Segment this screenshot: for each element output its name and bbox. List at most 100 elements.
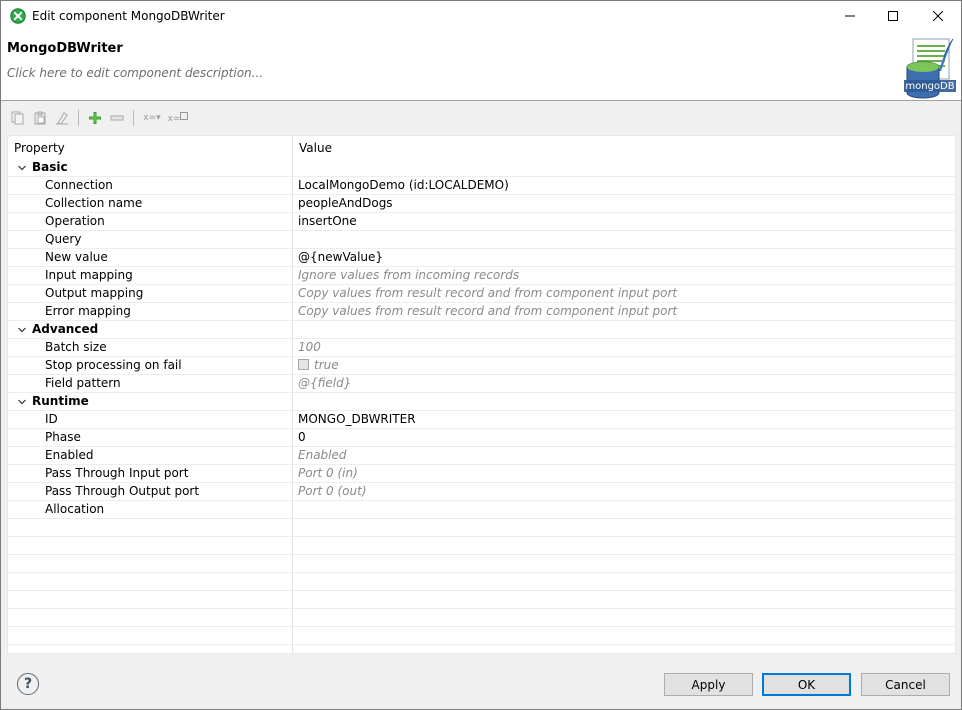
property-name: Field pattern [45,376,121,390]
minimize-button[interactable] [827,1,873,31]
property-value-text: peopleAndDogs [298,196,393,210]
table-row[interactable]: Pass Through Output port Port 0 (out) [8,483,955,501]
set-default-button[interactable]: x=▾ [139,108,165,128]
property-name: Collection name [45,196,143,210]
property-column-header[interactable]: Property [14,141,65,155]
property-name: Batch size [45,340,107,354]
chevron-down-icon[interactable] [16,162,28,174]
apply-button[interactable]: Apply [664,673,753,696]
empty-row [8,645,955,653]
property-name: Input mapping [45,268,133,282]
empty-row [8,519,955,537]
property-value-text: 0 [298,430,306,444]
property-value[interactable]: peopleAndDogs [298,195,393,212]
property-value[interactable]: @{field} [298,375,351,392]
property-value[interactable]: 0 [298,429,306,446]
property-value[interactable]: true [298,357,339,374]
group-row-advanced[interactable]: Advanced [8,321,955,339]
group-label-text: Advanced [32,322,99,336]
export-button[interactable]: x= [165,108,191,128]
add-button[interactable] [84,108,106,128]
set-default-icon: x=▾ [143,113,161,123]
property-value[interactable]: Copy values from result record and from … [298,285,677,302]
table-row[interactable]: Input mapping Ignore values from incoming… [8,267,955,285]
cancel-button[interactable]: Cancel [861,673,950,696]
table-row[interactable]: Collection name peopleAndDogs [8,195,955,213]
table-row[interactable]: Phase 0 [8,429,955,447]
property-name: Stop processing on fail [45,358,182,372]
property-value-text: MONGO_DBWRITER [298,412,416,426]
chevron-down-icon[interactable] [16,396,28,408]
remove-icon [110,115,124,121]
checkbox[interactable] [298,359,309,370]
empty-row [8,591,955,609]
chevron-down-icon[interactable] [16,324,28,336]
property-value[interactable]: insertOne [298,213,357,230]
table-row[interactable]: ID MONGO_DBWRITER [8,411,955,429]
value-column-header[interactable]: Value [299,141,332,155]
clear-icon [56,112,68,125]
add-icon [89,112,101,124]
property-value-text: Copy values from result record and from … [298,286,678,300]
property-name: Phase [45,430,81,444]
table-row[interactable]: Allocation [8,501,955,519]
properties-table: Property Value Basic Connection LocalMongo… [7,135,956,654]
table-row[interactable]: Stop processing on fail true [8,357,955,375]
property-value[interactable]: Port 0 (out) [298,483,367,500]
toolbar-separator [133,110,134,126]
property-value[interactable]: MONGO_DBWRITER [298,411,416,428]
property-name: Allocation [45,502,105,516]
close-button[interactable] [915,1,961,31]
copy-button[interactable] [7,108,29,128]
table-row[interactable]: Operation insertOne [8,213,955,231]
table-row[interactable]: Query [8,231,955,249]
clear-button[interactable] [51,108,73,128]
property-name: Pass Through Output port [45,484,200,498]
table-row[interactable]: Error mapping Copy values from result rec… [8,303,955,321]
property-name: ID [45,412,58,426]
close-icon [933,11,943,21]
property-value-text: @{newValue} [298,250,384,264]
maximize-icon [888,11,898,21]
remove-button[interactable] [106,108,128,128]
group-label: Advanced [16,321,98,338]
empty-row [8,555,955,573]
paste-button[interactable] [29,108,51,128]
table-row[interactable]: New value @{newValue} [8,249,955,267]
table-row[interactable]: Pass Through Input port Port 0 (in) [8,465,955,483]
mongodb-writer-icon: mongoDB [904,38,956,99]
group-label: Basic [16,159,68,176]
paste-icon [34,111,46,125]
property-value[interactable]: @{newValue} [298,249,383,266]
table-body: Basic Connection LocalMongoDemo (id:LOCALD… [8,159,955,653]
table-row[interactable]: Enabled Enabled [8,447,955,465]
table-row[interactable]: Field pattern @{field} [8,375,955,393]
property-value-text: insertOne [298,214,357,228]
property-value[interactable]: Enabled [298,447,347,464]
green-circle-x-icon [10,8,26,24]
table-row[interactable]: Batch size 100 [8,339,955,357]
ok-button[interactable]: OK [762,673,851,696]
group-row-basic[interactable]: Basic [8,159,955,177]
table-row[interactable]: Output mapping Copy values from result re… [8,285,955,303]
title-bar: Edit component MongoDBWriter [1,1,961,31]
copy-icon [11,111,24,125]
help-button[interactable]: ? [17,673,39,695]
property-value[interactable]: LocalMongoDemo (id:LOCALDEMO) [298,177,509,194]
table-row[interactable]: Connection LocalMongoDemo (id:LOCALDEMO) [8,177,955,195]
component-description-field[interactable]: Click here to edit component description… [7,66,263,80]
property-value[interactable]: Port 0 (in) [298,465,358,482]
maximize-button[interactable] [870,1,916,31]
property-value-text: Port 0 (in) [298,466,358,480]
property-name: Query [45,232,82,246]
property-value[interactable]: 100 [298,339,321,356]
property-value[interactable]: Ignore values from incoming records [298,267,519,284]
logo-text: mongoDB [905,81,954,92]
property-value-text: 100 [298,340,321,354]
property-name: New value [45,250,108,264]
property-name: Error mapping [45,304,131,318]
group-row-runtime[interactable]: Runtime [8,393,955,411]
group-label-text: Basic [32,160,68,174]
property-value[interactable]: Copy values from result record and from … [298,303,677,320]
property-name: Enabled [45,448,94,462]
